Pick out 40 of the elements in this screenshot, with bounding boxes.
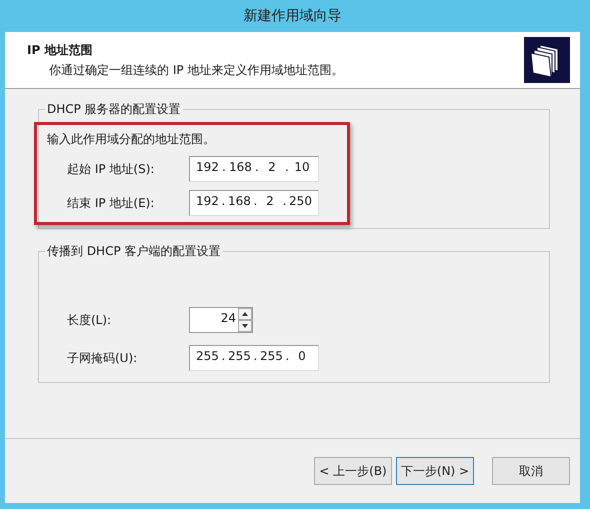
ip-octet: 10 <box>293 160 311 174</box>
ip-octet: 250 <box>289 194 312 208</box>
ip-octet: 255 <box>228 349 251 363</box>
group-title: 传播到 DHCP 客户端的配置设置 <box>46 243 222 260</box>
field-label: 长度(L): <box>66 312 112 328</box>
ip-octet: 255 <box>260 349 283 363</box>
ip-octet: 0 <box>297 349 307 363</box>
ip-octet: 2 <box>267 160 277 174</box>
octet-separator: . <box>285 160 289 174</box>
wizard-button[interactable]: 下一步(N) > <box>396 457 474 485</box>
spin-box[interactable]: 24 <box>189 307 253 333</box>
ip-octet: 168 <box>228 194 251 208</box>
octet-separator: . <box>222 160 226 174</box>
field-label: 结束 IP 地址(E): <box>66 194 156 212</box>
octet-separator: . <box>254 194 258 208</box>
field-label: 起始 IP 地址(S): <box>66 160 156 178</box>
wizard-button[interactable]: < 上一步(B) <box>314 457 392 485</box>
group-title: DHCP 服务器的配置设置 <box>46 101 182 118</box>
ip-address-field[interactable]: 192 . 168 . 2 . 250 <box>189 190 319 216</box>
ip-address-field[interactable]: 255 . 255 . 255 . 0 <box>189 345 319 371</box>
ip-octet: 168 <box>228 160 252 174</box>
ip-octet: 2 <box>265 194 275 208</box>
spin-arrows-icon[interactable] <box>238 308 252 332</box>
ip-octet: 255 <box>196 349 219 363</box>
field-label: 子网掩码(U): <box>66 350 138 366</box>
folders-icon <box>524 37 570 83</box>
ip-octet: 192 <box>196 194 219 208</box>
wizard-button[interactable]: 取消 <box>492 457 570 485</box>
octet-separator: . <box>282 194 286 208</box>
octet-separator: . <box>286 349 290 363</box>
page-title: IP 地址范围 <box>27 42 94 58</box>
octet-separator: . <box>222 349 226 363</box>
octet-separator: . <box>254 349 258 363</box>
page-description: 你通过确定一组连续的 IP 地址来定义作用域地址范围。 <box>48 62 344 78</box>
instruction-text: 输入此作用域分配的地址范围。 <box>47 131 216 148</box>
octet-separator: . <box>254 160 259 174</box>
octet-separator: . <box>222 194 226 208</box>
ip-octet: 192 <box>196 160 219 174</box>
ip-address-field[interactable]: 192 . 168 . 2 . 10 <box>189 156 319 182</box>
window-title: 新建作用域向导 <box>244 7 342 25</box>
